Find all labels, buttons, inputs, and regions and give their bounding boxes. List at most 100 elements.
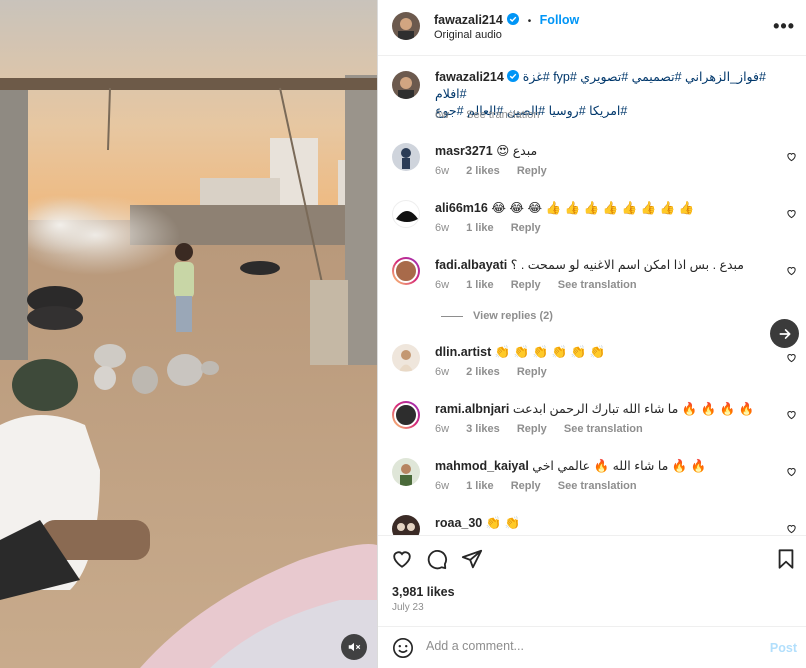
comment-reply-button[interactable]: Reply	[517, 165, 547, 177]
comment-meta: 6w 1 like Reply	[435, 222, 555, 234]
commenter-username[interactable]: dlin.artist	[435, 345, 491, 359]
comment-text: masr3271 مبدع 😍	[435, 143, 537, 160]
comment-body: 👏 👏	[485, 516, 521, 530]
caption-age: 6w	[435, 109, 450, 121]
caption-meta: 6w See translation	[435, 109, 554, 121]
comment-likes[interactable]: 1 like	[466, 222, 494, 234]
next-post-button[interactable]	[770, 319, 799, 348]
comment-item: dlin.artist 👏 👏 👏 👏 👏 👏 6w 2 likes Reply	[378, 344, 806, 384]
caption-username[interactable]: fawazali214	[435, 70, 504, 84]
commenter-avatar-story-ring[interactable]	[392, 401, 420, 429]
comment-like-heart-icon[interactable]	[786, 409, 797, 420]
comment-like-heart-icon[interactable]	[786, 151, 797, 162]
author-username[interactable]: fawazali214	[434, 13, 503, 27]
instagram-post-view: fawazali214 • Follow Original audio ••• …	[0, 0, 806, 668]
comment-reply-button[interactable]: Reply	[517, 366, 547, 378]
verified-badge-icon	[507, 13, 520, 25]
commenter-avatar[interactable]	[392, 515, 420, 535]
comment-likes[interactable]: 2 likes	[466, 366, 500, 378]
comment-like-heart-icon[interactable]	[786, 466, 797, 477]
comment-age: 6w	[435, 165, 450, 177]
emoji-icon[interactable]	[392, 637, 414, 659]
commenter-username[interactable]: fadi.albayati	[435, 258, 507, 272]
audio-link[interactable]: Original audio	[434, 29, 502, 41]
header-separator: •	[527, 16, 532, 27]
comment-text: ali66m16 😂 😂 😂 👍 👍 👍 👍 👍 👍 👍 👍	[435, 200, 694, 217]
comment-age: 6w	[435, 222, 450, 234]
post-header: fawazali214 • Follow Original audio •••	[378, 0, 806, 56]
comment-text: dlin.artist 👏 👏 👏 👏 👏 👏	[435, 344, 606, 361]
commenter-avatar[interactable]	[392, 143, 420, 171]
commenter-avatar-story-ring[interactable]	[392, 257, 420, 285]
comment-item: masr3271 مبدع 😍 6w 2 likes Reply	[378, 143, 806, 183]
comment-reply-button[interactable]: Reply	[511, 222, 541, 234]
comment-body: 😂 😂 😂 👍 👍 👍 👍 👍 👍 👍 👍	[491, 201, 695, 215]
comment-like-heart-icon[interactable]	[786, 208, 797, 219]
comment-bar: Post	[378, 626, 806, 668]
view-replies-line	[441, 315, 463, 317]
commenter-avatar[interactable]	[392, 458, 420, 486]
comment-likes[interactable]: 3 likes	[466, 423, 500, 435]
comment-item: roaa_30 👏 👏	[378, 515, 806, 535]
comment-meta: 6w 2 likes Reply	[435, 366, 561, 378]
comment-likes[interactable]: 2 likes	[466, 165, 500, 177]
heart-icon[interactable]	[391, 548, 413, 570]
comment-meta: 6w 2 likes Reply	[435, 165, 561, 177]
comment-reply-button[interactable]: Reply	[511, 480, 541, 492]
post-video[interactable]	[0, 0, 377, 668]
comment-input[interactable]	[426, 639, 756, 653]
next-arrow-icon	[779, 328, 790, 339]
caption: fawazali214 #فواز_الزهراني #تصميمي #تصوي…	[378, 69, 806, 125]
comment-item: mahmod_kaiyal 🔥 🔥 ما شاء الله 🔥 عالمي اخ…	[378, 458, 806, 498]
comment-likes[interactable]: 1 like	[466, 279, 494, 291]
comment-text: roaa_30 👏 👏	[435, 515, 520, 532]
author-avatar[interactable]	[392, 12, 420, 40]
caption-avatar[interactable]	[392, 71, 420, 99]
commenter-username[interactable]: mahmod_kaiyal	[435, 459, 529, 473]
share-icon[interactable]	[461, 548, 483, 570]
view-replies-button[interactable]: View replies (2)	[441, 310, 553, 322]
likes-count[interactable]: 3,981 likes	[392, 585, 455, 599]
post-actions: 3,981 likes July 23	[378, 535, 806, 623]
comment-body: 👏 👏 👏 👏 👏 👏	[494, 345, 606, 359]
comments-list[interactable]: fawazali214 #فواز_الزهراني #تصميمي #تصوي…	[378, 57, 806, 535]
comment-likes[interactable]: 1 like	[466, 480, 494, 492]
comment-reply-button[interactable]: Reply	[511, 279, 541, 291]
follow-button[interactable]: Follow	[540, 13, 580, 27]
comment-text: mahmod_kaiyal 🔥 🔥 ما شاء الله 🔥 عالمي اخ…	[435, 458, 706, 475]
mute-button[interactable]	[341, 634, 367, 660]
commenter-username[interactable]: ali66m16	[435, 201, 488, 215]
comment-meta: 6w 3 likes Reply See translation	[435, 423, 657, 435]
comment-meta: 6w 1 like Reply See translation	[435, 279, 651, 291]
comment-body: 🔥 🔥 🔥 🔥 ما شاء الله تبارك الرحمن ابدعت	[512, 402, 755, 416]
comment-see-translation[interactable]: See translation	[564, 423, 643, 435]
commenter-username[interactable]: masr3271	[435, 144, 493, 158]
post-comment-button[interactable]: Post	[770, 641, 797, 655]
comment-see-translation[interactable]: See translation	[558, 279, 637, 291]
comment-age: 6w	[435, 366, 450, 378]
comment-icon[interactable]	[426, 548, 448, 570]
comment-reply-button[interactable]: Reply	[517, 423, 547, 435]
comment-see-translation[interactable]: See translation	[558, 480, 637, 492]
caption-see-translation[interactable]: See translation	[466, 109, 539, 121]
more-options-button[interactable]: •••	[773, 16, 795, 37]
commenter-username[interactable]: roaa_30	[435, 516, 482, 530]
commenter-avatar[interactable]	[392, 200, 420, 228]
video-frame	[0, 0, 377, 668]
comment-like-heart-icon[interactable]	[786, 265, 797, 276]
comment-text: rami.albnjari 🔥 🔥 🔥 🔥 ما شاء الله تبارك …	[435, 401, 754, 418]
mute-icon	[348, 642, 361, 652]
view-replies-label: View replies (2)	[473, 310, 553, 322]
commenter-avatar[interactable]	[392, 344, 420, 372]
comment-like-heart-icon[interactable]	[786, 523, 797, 534]
comment-body: مبدع 😍	[496, 144, 538, 158]
comment-age: 6w	[435, 279, 450, 291]
comment-body: مبدع . بس اذا امكن اسم الاغنيه لو سمحت .…	[510, 258, 745, 272]
bookmark-icon[interactable]	[775, 548, 797, 570]
comment-age: 6w	[435, 423, 450, 435]
commenter-username[interactable]: rami.albnjari	[435, 402, 509, 416]
comment-meta: 6w 1 like Reply See translation	[435, 480, 651, 492]
comment-like-heart-icon[interactable]	[786, 352, 797, 363]
header-title-row: fawazali214 • Follow	[434, 11, 579, 29]
comment-item: fadi.albayati مبدع . بس اذا امكن اسم الا…	[378, 257, 806, 297]
